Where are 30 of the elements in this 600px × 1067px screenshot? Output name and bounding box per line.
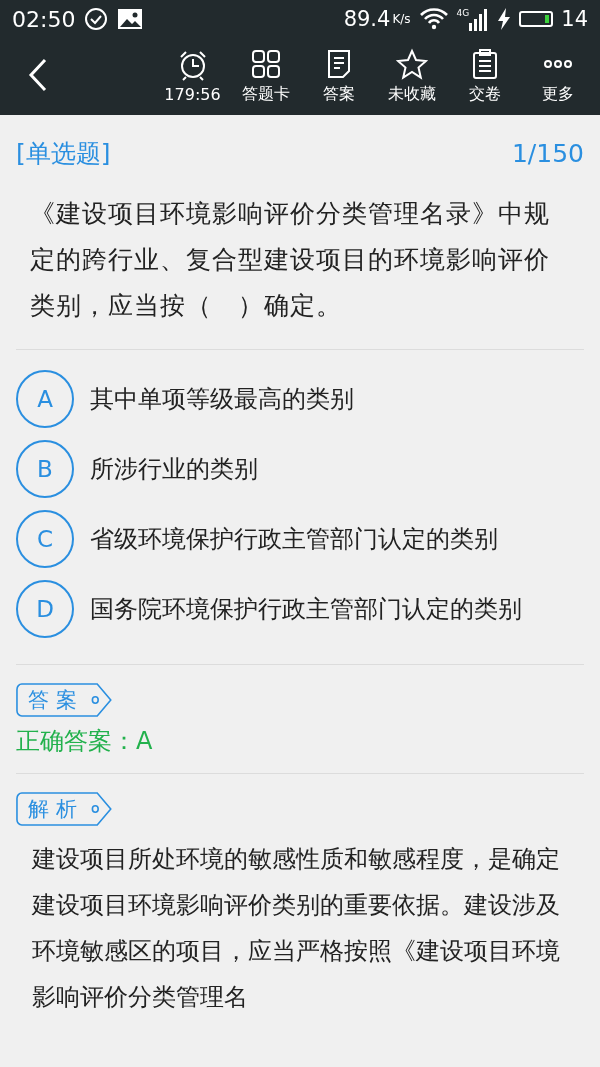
analysis-text: 建设项目所处环境的敏感性质和敏感程度，是确定建设项目环境影响评价类别的重要依据。建设涉及环境敏感区的项目，应当严格按照《建设项目环境影响评价分类管理名 [31,844,561,1013]
star-icon [395,48,428,80]
wifi-icon [418,7,449,31]
network-type: 4G [456,8,470,18]
toolbar-button[interactable]: 交卷 [448,48,521,105]
option-text[interactable]: 所涉行业的类别 [90,448,258,490]
speed-unit: K/s [392,12,411,26]
image-icon [117,8,144,30]
more-icon [541,59,574,69]
status-time: 02:50 [12,6,76,32]
network-speed: 89.4 [343,7,391,31]
toolbar-button[interactable]: 更多 [521,48,594,105]
section-tag: 解 析 [16,792,113,826]
correct-answer: 正确答案：A [16,726,154,757]
section-tag: 答 案 [16,683,113,717]
question-text: 《建设项目环境影响评价分类管理名录》中规定的跨行业、复合型建设项目的环境影响评价类别，应当按（ ）确定。 [29,198,551,322]
option-text[interactable]: 省级环境保护行政主管部门认定的类别 [90,518,498,560]
toolbar-button[interactable]: 答题卡 [229,48,302,105]
toolbar-button[interactable]: 答案 [302,48,375,105]
option-text[interactable]: 国务院环境保护行政主管部门认定的类别 [90,588,522,630]
toolbar-button[interactable]: 未收藏 [375,48,448,105]
option-text[interactable]: 其中单项等级最高的类别 [90,378,354,420]
toolbar-button[interactable]: 179:56 [156,49,229,104]
grid-icon [249,48,282,80]
question-type: [单选题] [16,137,111,170]
charging-icon [497,7,512,31]
battery-icon [519,11,554,27]
check-circle-icon [83,6,110,32]
signal-icon [469,7,490,31]
battery-percent: 14 [561,7,588,31]
